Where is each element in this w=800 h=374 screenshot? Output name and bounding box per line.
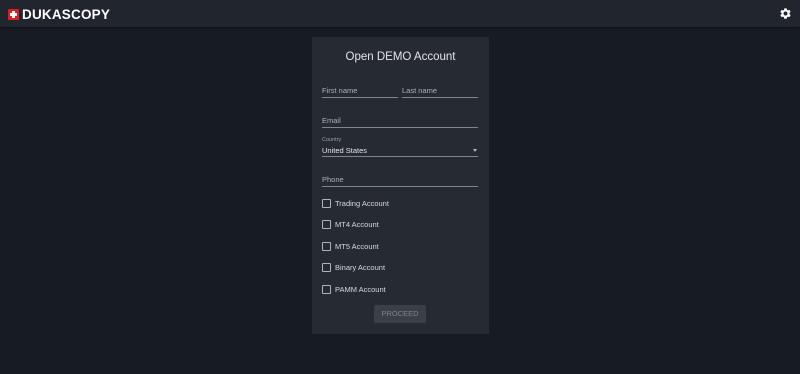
brand-logo[interactable]: DUKASCOPY	[8, 6, 110, 22]
email-input[interactable]	[322, 116, 478, 125]
binary-account-checkbox[interactable]	[322, 262, 331, 272]
pamm-account-option[interactable]: PAMM Account	[322, 284, 386, 294]
country-select-value[interactable]: United States	[322, 146, 367, 155]
mt5-account-label: MT5 Account	[335, 241, 379, 251]
pamm-account-checkbox[interactable]	[322, 284, 331, 294]
mt4-account-checkbox[interactable]	[322, 219, 331, 229]
first-name-input[interactable]	[322, 86, 398, 95]
country-label: Country	[322, 137, 342, 143]
mt4-account-option[interactable]: MT4 Account	[322, 219, 379, 229]
country-select[interactable]	[322, 156, 478, 157]
mt4-account-label: MT4 Account	[335, 219, 379, 229]
top-bar: DUKASCOPY	[0, 0, 800, 27]
mt5-account-checkbox[interactable]	[322, 241, 331, 251]
pamm-account-label: PAMM Account	[335, 284, 386, 294]
demo-account-form: Open DEMO Account Country United States …	[312, 37, 489, 334]
email-field[interactable]	[322, 113, 478, 128]
chevron-down-icon[interactable]	[473, 149, 477, 152]
last-name-field[interactable]	[402, 83, 478, 98]
gear-icon[interactable]	[779, 7, 792, 20]
mt5-account-option[interactable]: MT5 Account	[322, 241, 379, 251]
trading-account-option[interactable]: Trading Account	[322, 198, 389, 208]
swiss-flag-icon	[8, 8, 19, 20]
brand-name: DUKASCOPY	[22, 6, 111, 22]
phone-field[interactable]	[322, 172, 478, 187]
last-name-input[interactable]	[402, 86, 478, 95]
binary-account-option[interactable]: Binary Account	[322, 262, 385, 272]
trading-account-checkbox[interactable]	[322, 198, 331, 208]
proceed-button[interactable]: PROCEED	[374, 305, 426, 323]
form-title: Open DEMO Account	[345, 51, 456, 63]
binary-account-label: Binary Account	[335, 262, 386, 272]
first-name-field[interactable]	[322, 83, 398, 98]
trading-account-label: Trading Account	[335, 198, 389, 208]
phone-input[interactable]	[322, 175, 478, 184]
